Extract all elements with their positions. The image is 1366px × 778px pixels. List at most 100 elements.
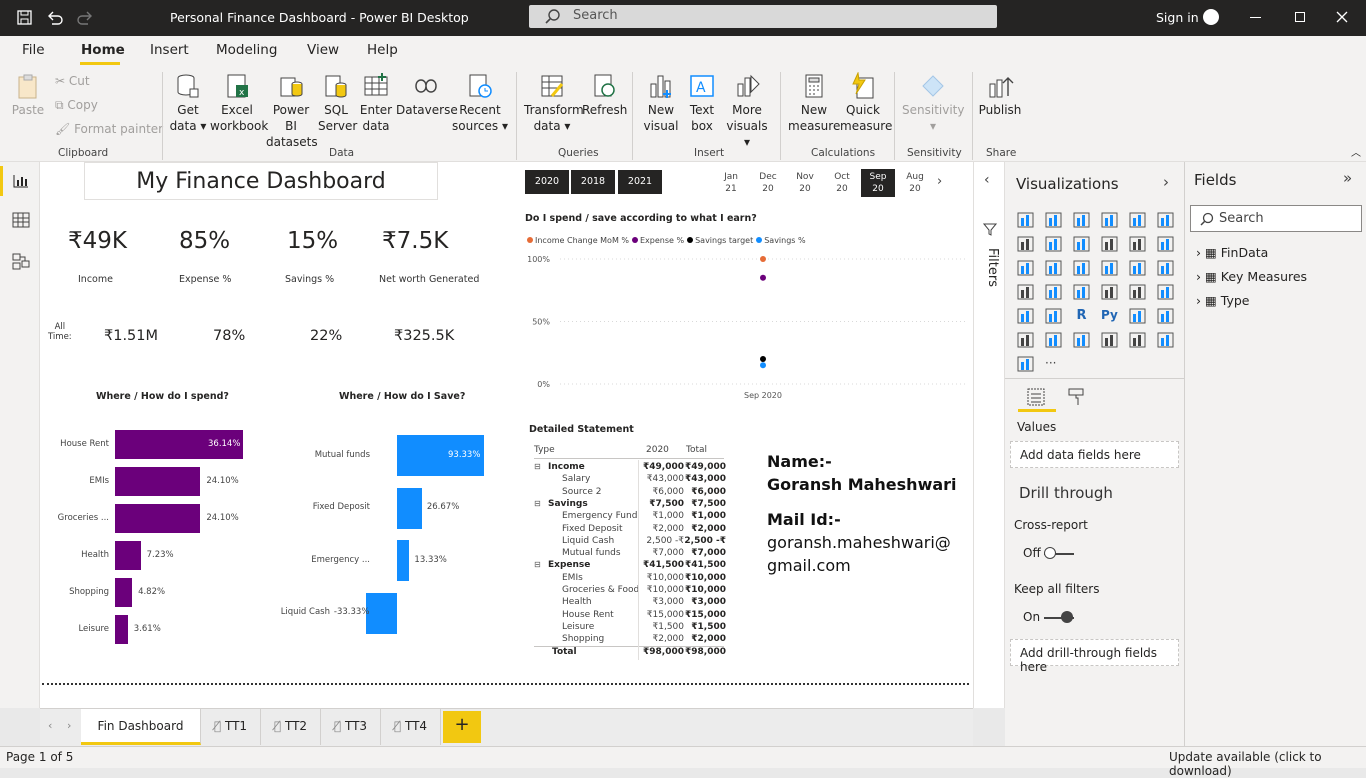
power-automate-visual-icon[interactable] bbox=[1017, 356, 1034, 372]
minimize-icon[interactable] bbox=[1250, 17, 1261, 18]
spend-bar-chart[interactable]: House Rent 36.14% EMIs 24.10% Groceries ... 2… bbox=[40, 412, 270, 652]
quick-measure-button[interactable]: Quick measure bbox=[840, 66, 892, 134]
chevron-right-icon[interactable]: › bbox=[1163, 173, 1169, 191]
restore-icon[interactable] bbox=[1295, 12, 1305, 22]
line-column-visual-icon[interactable] bbox=[1101, 236, 1118, 252]
month-nov-20[interactable]: Nov 20 bbox=[791, 171, 819, 195]
field-table-key-measures[interactable]: › ▦ Key Measures bbox=[1196, 269, 1307, 284]
save-bar[interactable] bbox=[397, 540, 410, 581]
spend-bar[interactable] bbox=[115, 504, 201, 533]
scatter-point[interactable] bbox=[760, 362, 766, 369]
drill-through-drop-zone[interactable]: Add drill-through fields here bbox=[1010, 639, 1179, 674]
new-measure-button[interactable]: New measure bbox=[788, 66, 840, 134]
tab-tt2[interactable]: 👁̸ TT2 bbox=[261, 709, 321, 745]
tab-next-icon[interactable]: › bbox=[67, 719, 71, 732]
scatter-point[interactable] bbox=[760, 256, 766, 262]
filters-pane[interactable]: ‹ Filters bbox=[973, 162, 1005, 708]
waterfall-visual-icon[interactable] bbox=[1017, 260, 1034, 276]
format-painter-button[interactable]: 🖌 Format painter bbox=[55, 122, 163, 136]
tab-prev-icon[interactable]: ‹ bbox=[48, 719, 52, 732]
spend-bar[interactable] bbox=[115, 615, 128, 644]
cross-report-toggle-knob[interactable] bbox=[1044, 547, 1056, 559]
dataverse-button[interactable]: Dataverse bbox=[396, 66, 458, 118]
smart-narrative-visual-icon[interactable] bbox=[1045, 332, 1062, 348]
keep-filters-toggle-knob[interactable] bbox=[1061, 611, 1073, 623]
fields-well-icon[interactable] bbox=[1026, 387, 1046, 407]
report-view-icon[interactable] bbox=[12, 173, 30, 189]
excel-workbook-button[interactable]: x Excel workbook bbox=[210, 66, 268, 134]
funnel-visual-icon[interactable] bbox=[1045, 260, 1062, 276]
table-visual-icon[interactable] bbox=[1045, 308, 1062, 324]
menu-view[interactable]: View bbox=[307, 42, 339, 58]
gauge-visual-icon[interactable] bbox=[1073, 284, 1090, 300]
line-clustered-visual-icon[interactable] bbox=[1129, 236, 1146, 252]
spend-bar[interactable] bbox=[115, 467, 201, 496]
search-input[interactable]: Search bbox=[529, 5, 997, 28]
undo-icon[interactable] bbox=[46, 9, 64, 27]
slicer-visual-icon[interactable] bbox=[1017, 308, 1034, 324]
copy-button[interactable]: ⧉ Copy bbox=[55, 98, 98, 113]
stacked-bar-visual-icon[interactable] bbox=[1017, 212, 1034, 228]
menu-insert[interactable]: Insert bbox=[150, 42, 189, 58]
more-visual-icon[interactable]: ··· bbox=[1045, 356, 1062, 372]
year-2018-button[interactable]: 2018 bbox=[571, 170, 615, 194]
month-dec-20[interactable]: Dec 20 bbox=[754, 171, 782, 195]
metrics-visual-icon[interactable] bbox=[1101, 332, 1118, 348]
publish-button[interactable]: Publish bbox=[978, 66, 1022, 118]
statement-matrix[interactable]: Type 2020 Total ⊟ Income ₹49,000 ₹49,000 Salary… bbox=[534, 445, 734, 667]
collapse-minus-icon[interactable]: ⊟ bbox=[534, 462, 541, 471]
field-table-type[interactable]: › ▦ Type bbox=[1196, 293, 1250, 308]
refresh-button[interactable]: Refresh bbox=[582, 66, 627, 118]
month-jan-21[interactable]: Jan 21 bbox=[717, 171, 745, 195]
collapse-pane-icon[interactable]: ‹ bbox=[984, 172, 990, 188]
clustered-bar-visual-icon[interactable] bbox=[1073, 212, 1090, 228]
save-bar-chart[interactable]: Mutual funds 93.33% Fixed Deposit 26.67% Eme… bbox=[270, 412, 500, 652]
spend-bar[interactable] bbox=[115, 541, 141, 570]
sql-server-button[interactable]: SQL Server bbox=[318, 66, 357, 134]
menu-help[interactable]: Help bbox=[367, 42, 398, 58]
treemap-visual-icon[interactable] bbox=[1157, 260, 1174, 276]
scatter-visual-icon[interactable] bbox=[1073, 260, 1090, 276]
stacked-area-visual-icon[interactable] bbox=[1073, 236, 1090, 252]
spend-bar[interactable] bbox=[115, 578, 133, 607]
enter-data-button[interactable]: Enter data bbox=[358, 66, 394, 134]
year-2020-button[interactable]: 2020 bbox=[525, 170, 569, 194]
stacked-column-visual-icon[interactable] bbox=[1045, 212, 1062, 228]
pie-visual-icon[interactable] bbox=[1101, 260, 1118, 276]
add-page-button[interactable]: + bbox=[443, 711, 481, 743]
year-2021-button[interactable]: 2021 bbox=[618, 170, 662, 194]
donut-visual-icon[interactable] bbox=[1129, 260, 1146, 276]
key-influencers-visual-icon[interactable] bbox=[1129, 308, 1146, 324]
area-visual-icon[interactable] bbox=[1045, 236, 1062, 252]
kpi-visual-icon[interactable] bbox=[1157, 284, 1174, 300]
save-icon[interactable] bbox=[16, 9, 34, 27]
fields-search-input[interactable]: Search bbox=[1190, 205, 1362, 232]
month-sep-20[interactable]: Sep 20 bbox=[861, 169, 895, 197]
cut-button[interactable]: ✂ Cut bbox=[55, 74, 90, 88]
close-icon[interactable] bbox=[1336, 11, 1348, 23]
paste-button[interactable]: Paste bbox=[8, 66, 48, 118]
ribbon-visual-icon[interactable] bbox=[1157, 236, 1174, 252]
line-visual-icon[interactable] bbox=[1017, 236, 1034, 252]
redo-icon[interactable] bbox=[76, 9, 94, 27]
scatter-point[interactable] bbox=[760, 274, 766, 281]
avatar[interactable] bbox=[1203, 9, 1219, 25]
map-visual-icon[interactable] bbox=[1017, 284, 1034, 300]
scatter-point[interactable] bbox=[760, 356, 766, 362]
paginated-visual-icon[interactable] bbox=[1073, 332, 1090, 348]
tab-fin-dashboard[interactable]: Fin Dashboard bbox=[81, 709, 201, 745]
update-available-link[interactable]: Update available (click to download) bbox=[1169, 750, 1366, 778]
text-box-button[interactable]: A Text box bbox=[684, 66, 720, 134]
power-bi-datasets-button[interactable]: Power BI datasets bbox=[266, 66, 318, 150]
multi-row-card-visual-icon[interactable] bbox=[1129, 284, 1146, 300]
new-visual-button[interactable]: New visual bbox=[640, 66, 682, 134]
qa-visual-icon[interactable] bbox=[1017, 332, 1034, 348]
clustered-column-visual-icon[interactable] bbox=[1101, 212, 1118, 228]
sign-in-link[interactable]: Sign in bbox=[1156, 10, 1199, 25]
format-paint-roller-icon[interactable] bbox=[1067, 387, 1087, 407]
month-oct-20[interactable]: Oct 20 bbox=[828, 171, 856, 195]
menu-modeling[interactable]: Modeling bbox=[216, 42, 277, 58]
transform-data-button[interactable]: Transform data ▾ bbox=[524, 66, 584, 134]
menu-file[interactable]: File bbox=[22, 42, 45, 58]
report-canvas[interactable]: My Finance Dashboard ₹49K Income 85% Exp… bbox=[40, 162, 973, 708]
